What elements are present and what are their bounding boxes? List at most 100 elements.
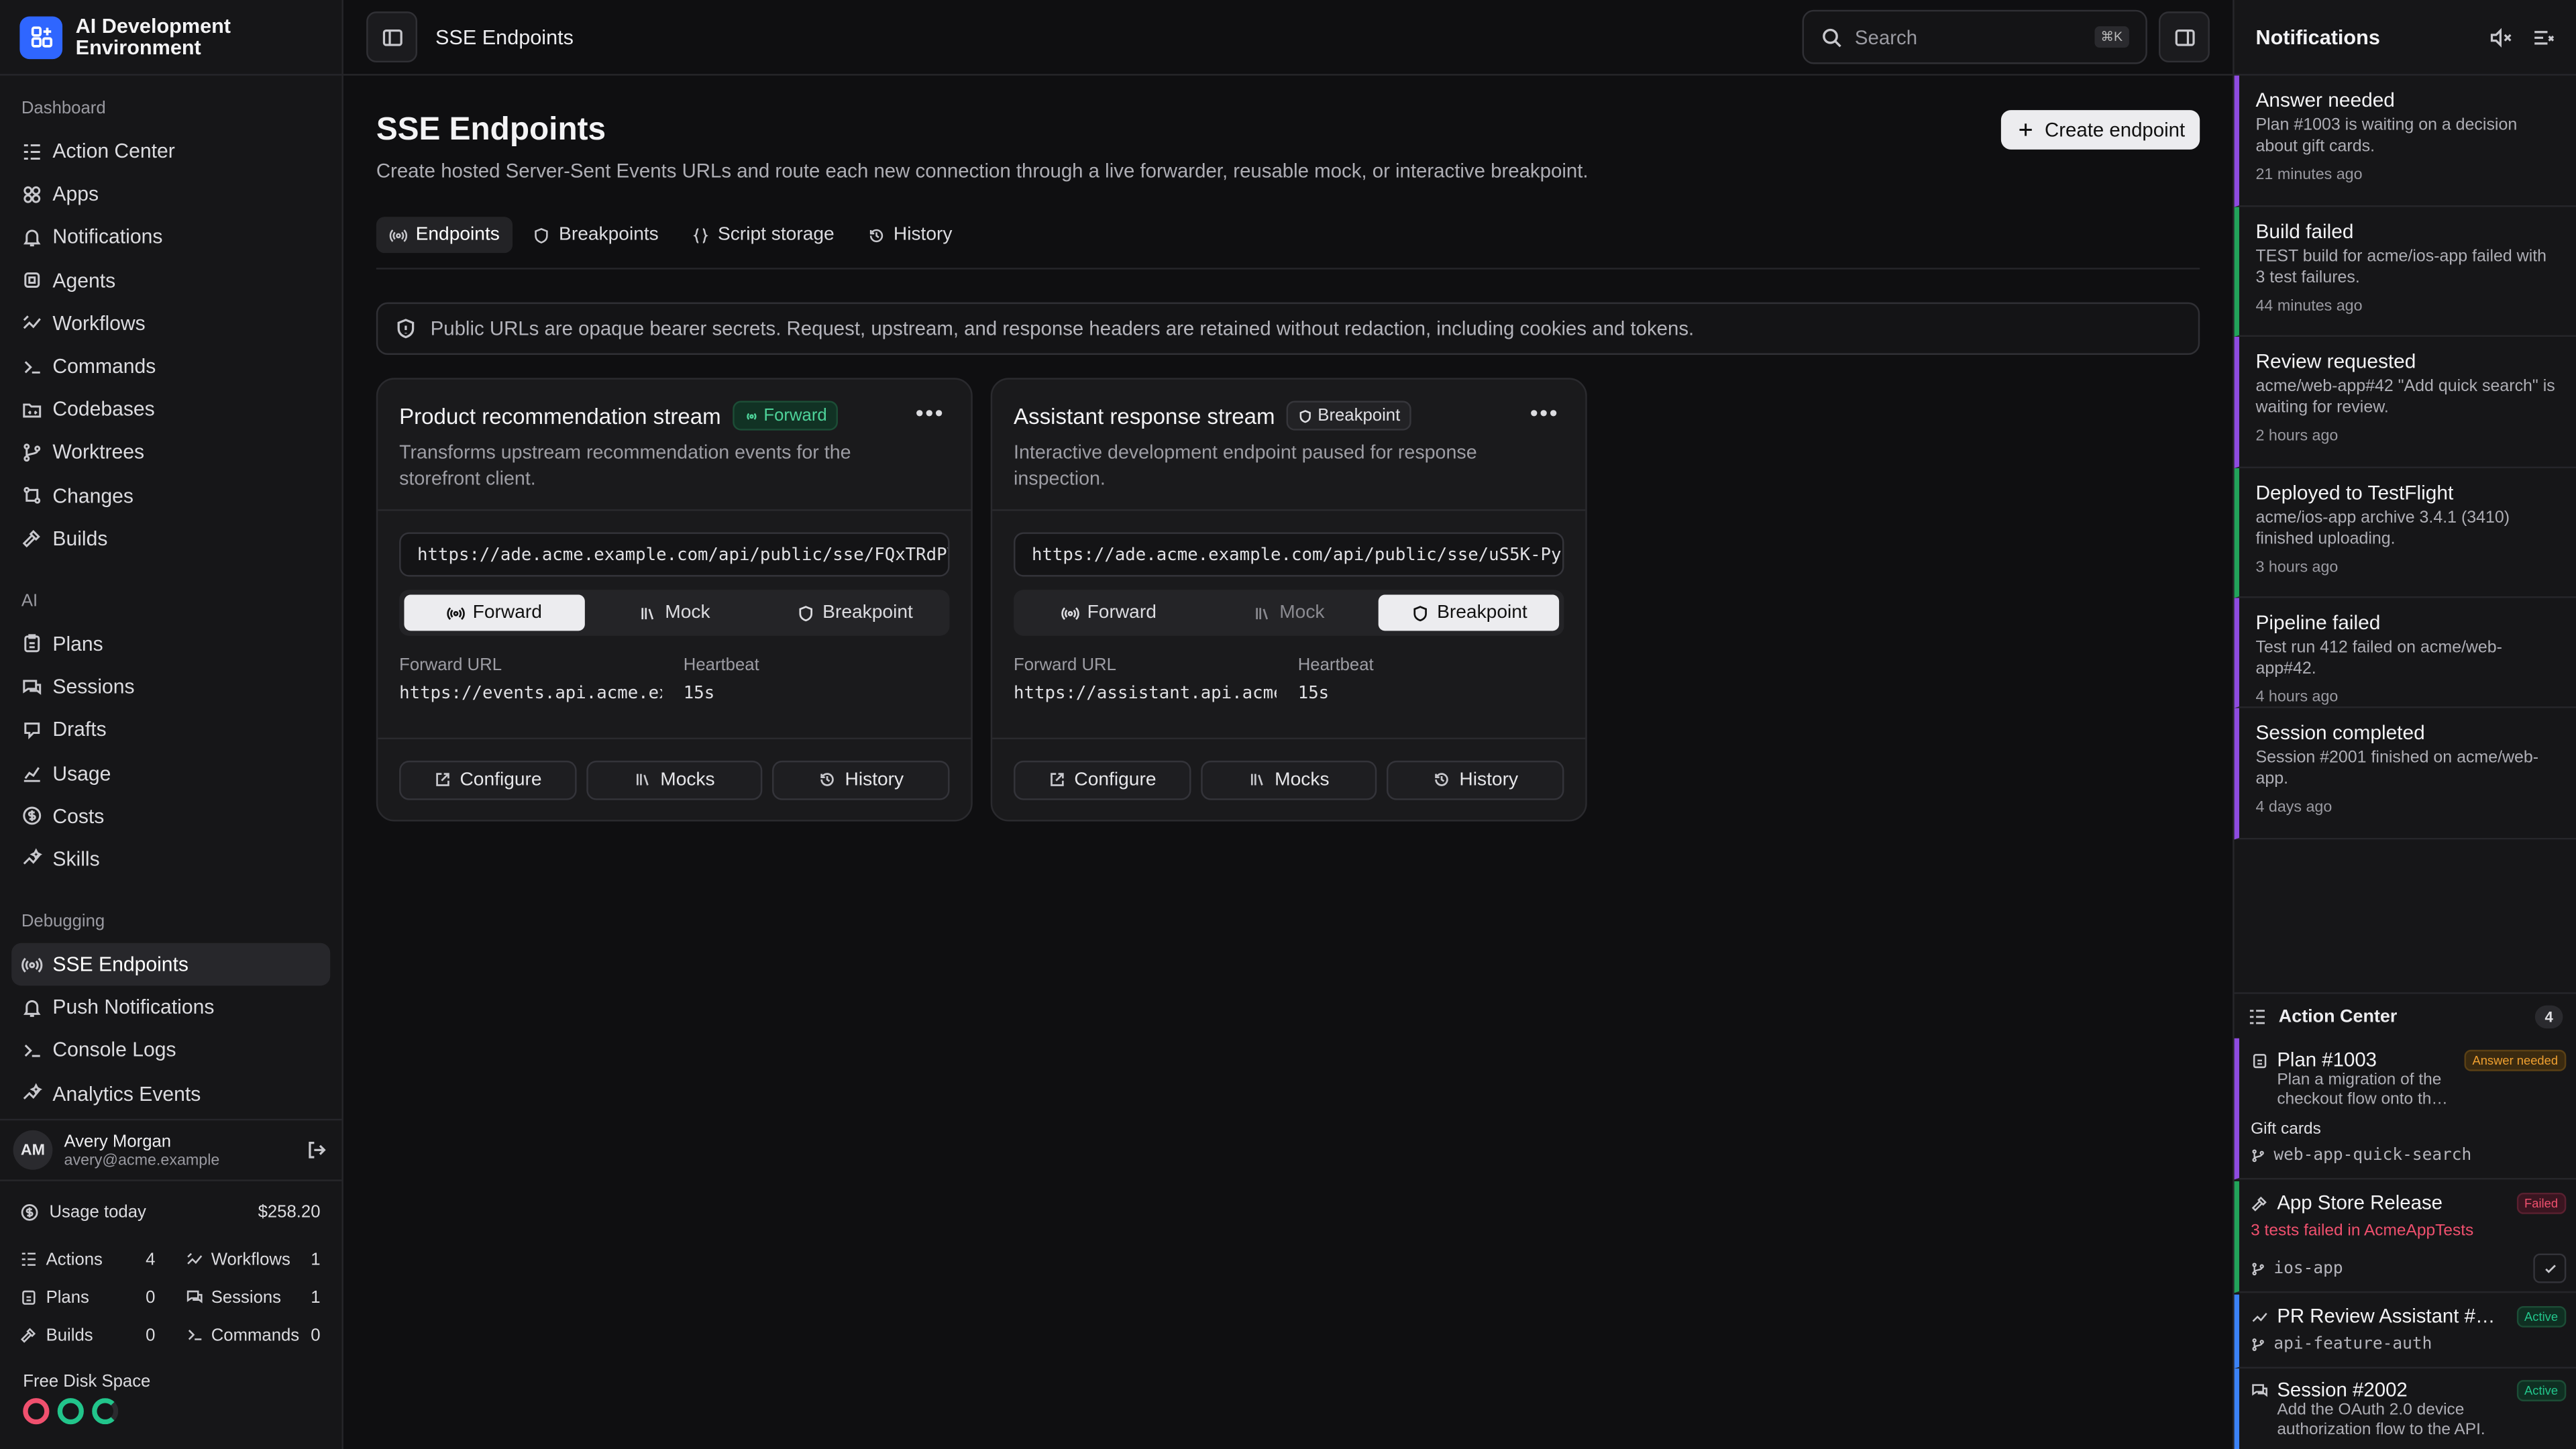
tab-label: Script storage xyxy=(717,225,835,245)
panel-right-icon xyxy=(2173,25,2196,48)
action-item[interactable]: App Store Release Failed 3 tests failed … xyxy=(2234,1181,2576,1293)
hammer-icon xyxy=(19,1326,38,1344)
disk-ring[interactable] xyxy=(92,1398,119,1425)
usage-stat-label: Workflows xyxy=(211,1249,290,1269)
notification-item[interactable]: Pipeline failed Test run 412 failed on a… xyxy=(2234,598,2576,708)
sidebar-item-codebases[interactable]: Codebases xyxy=(11,388,330,431)
user-profile[interactable]: AM Avery Morgan avery@acme.example xyxy=(0,1118,342,1181)
sidebar-item-costs[interactable]: Costs xyxy=(11,794,330,837)
usage-stat-value: 4 xyxy=(146,1249,156,1269)
library-icon xyxy=(634,771,652,789)
sidebar-item-push-notifications[interactable]: Push Notifications xyxy=(11,986,330,1029)
sidebar-item-usage[interactable]: Usage xyxy=(11,751,330,794)
configure-button[interactable]: Configure xyxy=(1014,759,1191,800)
mode-forward[interactable]: Forward xyxy=(404,594,585,631)
sidebar-item-label: Codebases xyxy=(52,398,155,421)
mode-breakpoint[interactable]: Breakpoint xyxy=(1379,594,1560,631)
mode-mock[interactable]: Mock xyxy=(1199,595,1379,631)
history-button[interactable]: History xyxy=(1387,759,1564,800)
notification-item[interactable]: Answer needed Plan #1003 is waiting on a… xyxy=(2234,75,2576,207)
sidebar-item-analytics-events[interactable]: Analytics Events xyxy=(11,1072,330,1115)
sidebar-item-changes[interactable]: Changes xyxy=(11,474,330,517)
usage-stat-builds[interactable]: Builds 0 xyxy=(19,1316,155,1354)
toggle-notifications-button[interactable] xyxy=(2158,11,2210,63)
configure-button[interactable]: Configure xyxy=(399,759,576,800)
clear-all-icon[interactable] xyxy=(2532,25,2555,48)
search-input[interactable]: Search ⌘K xyxy=(1802,9,2147,64)
tab-breakpoints[interactable]: Breakpoints xyxy=(519,217,672,253)
sidebar-item-skills[interactable]: Skills xyxy=(11,838,330,881)
user-name: Avery Morgan xyxy=(64,1131,172,1151)
notification-item[interactable]: Review requested acme/web-app#42 "Add qu… xyxy=(2234,337,2576,468)
sidebar-item-plans[interactable]: Plans xyxy=(11,623,330,665)
notification-time: 44 minutes ago xyxy=(2255,297,2363,315)
mode-forward[interactable]: Forward xyxy=(1018,595,1199,631)
logout-icon[interactable] xyxy=(306,1138,329,1161)
action-item[interactable]: Session #2002 Active Add the OAuth 2.0 d… xyxy=(2234,1368,2576,1449)
shield-icon xyxy=(796,604,814,622)
toggle-sidebar-button[interactable] xyxy=(366,11,418,63)
alert-text: Public URLs are opaque bearer secrets. R… xyxy=(430,317,1695,340)
endpoint-description: Interactive development endpoint paused … xyxy=(1014,441,1477,490)
brand[interactable]: AI Development Environment xyxy=(0,0,342,76)
branch-name: ios-app xyxy=(2273,1259,2343,1278)
tab-history[interactable]: History xyxy=(854,217,965,253)
sidebar-item-drafts[interactable]: Drafts xyxy=(11,708,330,751)
sidebar-item-label: Skills xyxy=(52,847,100,871)
usage-stat-sessions[interactable]: Sessions 1 xyxy=(185,1278,321,1316)
endpoint-card: Product recommendation stream Forward Tr… xyxy=(376,378,973,822)
sidebar-item-notifications[interactable]: Notifications xyxy=(11,216,330,259)
notification-time: 4 days ago xyxy=(2255,798,2332,817)
mode-badge: Forward xyxy=(732,400,839,431)
sidebar-item-builds[interactable]: Builds xyxy=(11,517,330,560)
sidebar-item-worktrees[interactable]: Worktrees xyxy=(11,431,330,474)
notification-item[interactable]: Session completed Session #2001 finished… xyxy=(2234,708,2576,839)
tab-label: Breakpoints xyxy=(559,225,659,245)
endpoint-url[interactable]: https://ade.acme.example.com/api/public/… xyxy=(1014,532,1564,577)
sparkles-icon xyxy=(2251,1307,2269,1325)
sidebar-item-label: Drafts xyxy=(52,718,107,742)
sidebar-item-sse-endpoints[interactable]: SSE Endpoints xyxy=(11,943,331,986)
braces-icon xyxy=(692,226,710,244)
mute-icon[interactable] xyxy=(2489,25,2512,48)
search-icon xyxy=(1820,25,1843,48)
sidebar-item-sessions[interactable]: Sessions xyxy=(11,665,330,708)
sidebar-item-action-center[interactable]: Action Center xyxy=(11,129,330,172)
more-menu-button[interactable]: ••• xyxy=(1530,399,1559,425)
tab-label: Endpoints xyxy=(415,225,500,245)
usage-stat-plans[interactable]: Plans 0 xyxy=(19,1278,155,1316)
more-menu-button[interactable]: ••• xyxy=(916,399,945,425)
usage-stat-workflows[interactable]: Workflows 1 xyxy=(185,1240,321,1278)
mocks-button[interactable]: Mocks xyxy=(586,759,763,800)
sidebar-item-console-logs[interactable]: Console Logs xyxy=(11,1029,330,1072)
disk-ring[interactable] xyxy=(23,1398,50,1425)
action-item[interactable]: PR Review Assistant #4… Active api-featu… xyxy=(2234,1294,2576,1369)
clipboard-icon xyxy=(21,633,43,655)
action-item[interactable]: Plan #1003 Answer needed Plan a migratio… xyxy=(2234,1038,2576,1180)
sidebar-item-commands[interactable]: Commands xyxy=(11,345,330,388)
approve-button[interactable] xyxy=(2533,1253,2567,1283)
usage-stat-actions[interactable]: Actions 4 xyxy=(19,1240,155,1278)
sidebar-item-agents[interactable]: Agents xyxy=(11,259,330,302)
notification-item[interactable]: Deployed to TestFlight acme/ios-app arch… xyxy=(2234,467,2576,598)
usage-stat-commands[interactable]: Commands 0 xyxy=(185,1316,321,1354)
disk-label: Free Disk Space xyxy=(23,1371,151,1392)
mode-mock[interactable]: Mock xyxy=(584,595,765,631)
create-endpoint-button[interactable]: Create endpoint xyxy=(2000,110,2200,150)
sidebar-item-workflows[interactable]: Workflows xyxy=(11,302,330,345)
tab-endpoints[interactable]: Endpoints xyxy=(376,217,513,254)
mode-breakpoint[interactable]: Breakpoint xyxy=(765,595,945,631)
disk-ring[interactable] xyxy=(57,1398,84,1425)
sidebar-item-label: Console Logs xyxy=(52,1038,176,1063)
button-label: History xyxy=(845,769,904,790)
bell-ring-icon xyxy=(21,997,43,1018)
action-center-header[interactable]: Action Center 4 xyxy=(2234,992,2576,1038)
mocks-button[interactable]: Mocks xyxy=(1200,759,1378,800)
sidebar-item-label: Workflows xyxy=(52,311,146,335)
notification-item[interactable]: Build failed TEST build for acme/ios-app… xyxy=(2234,206,2576,337)
sidebar-item-apps[interactable]: Apps xyxy=(11,173,330,216)
action-description: 3 tests failed in AcmeAppTests xyxy=(2251,1222,2474,1240)
endpoint-url[interactable]: https://ade.acme.example.com/api/public/… xyxy=(399,532,950,577)
tab-script-storage[interactable]: Script storage xyxy=(678,217,847,253)
history-button[interactable]: History xyxy=(772,759,950,800)
